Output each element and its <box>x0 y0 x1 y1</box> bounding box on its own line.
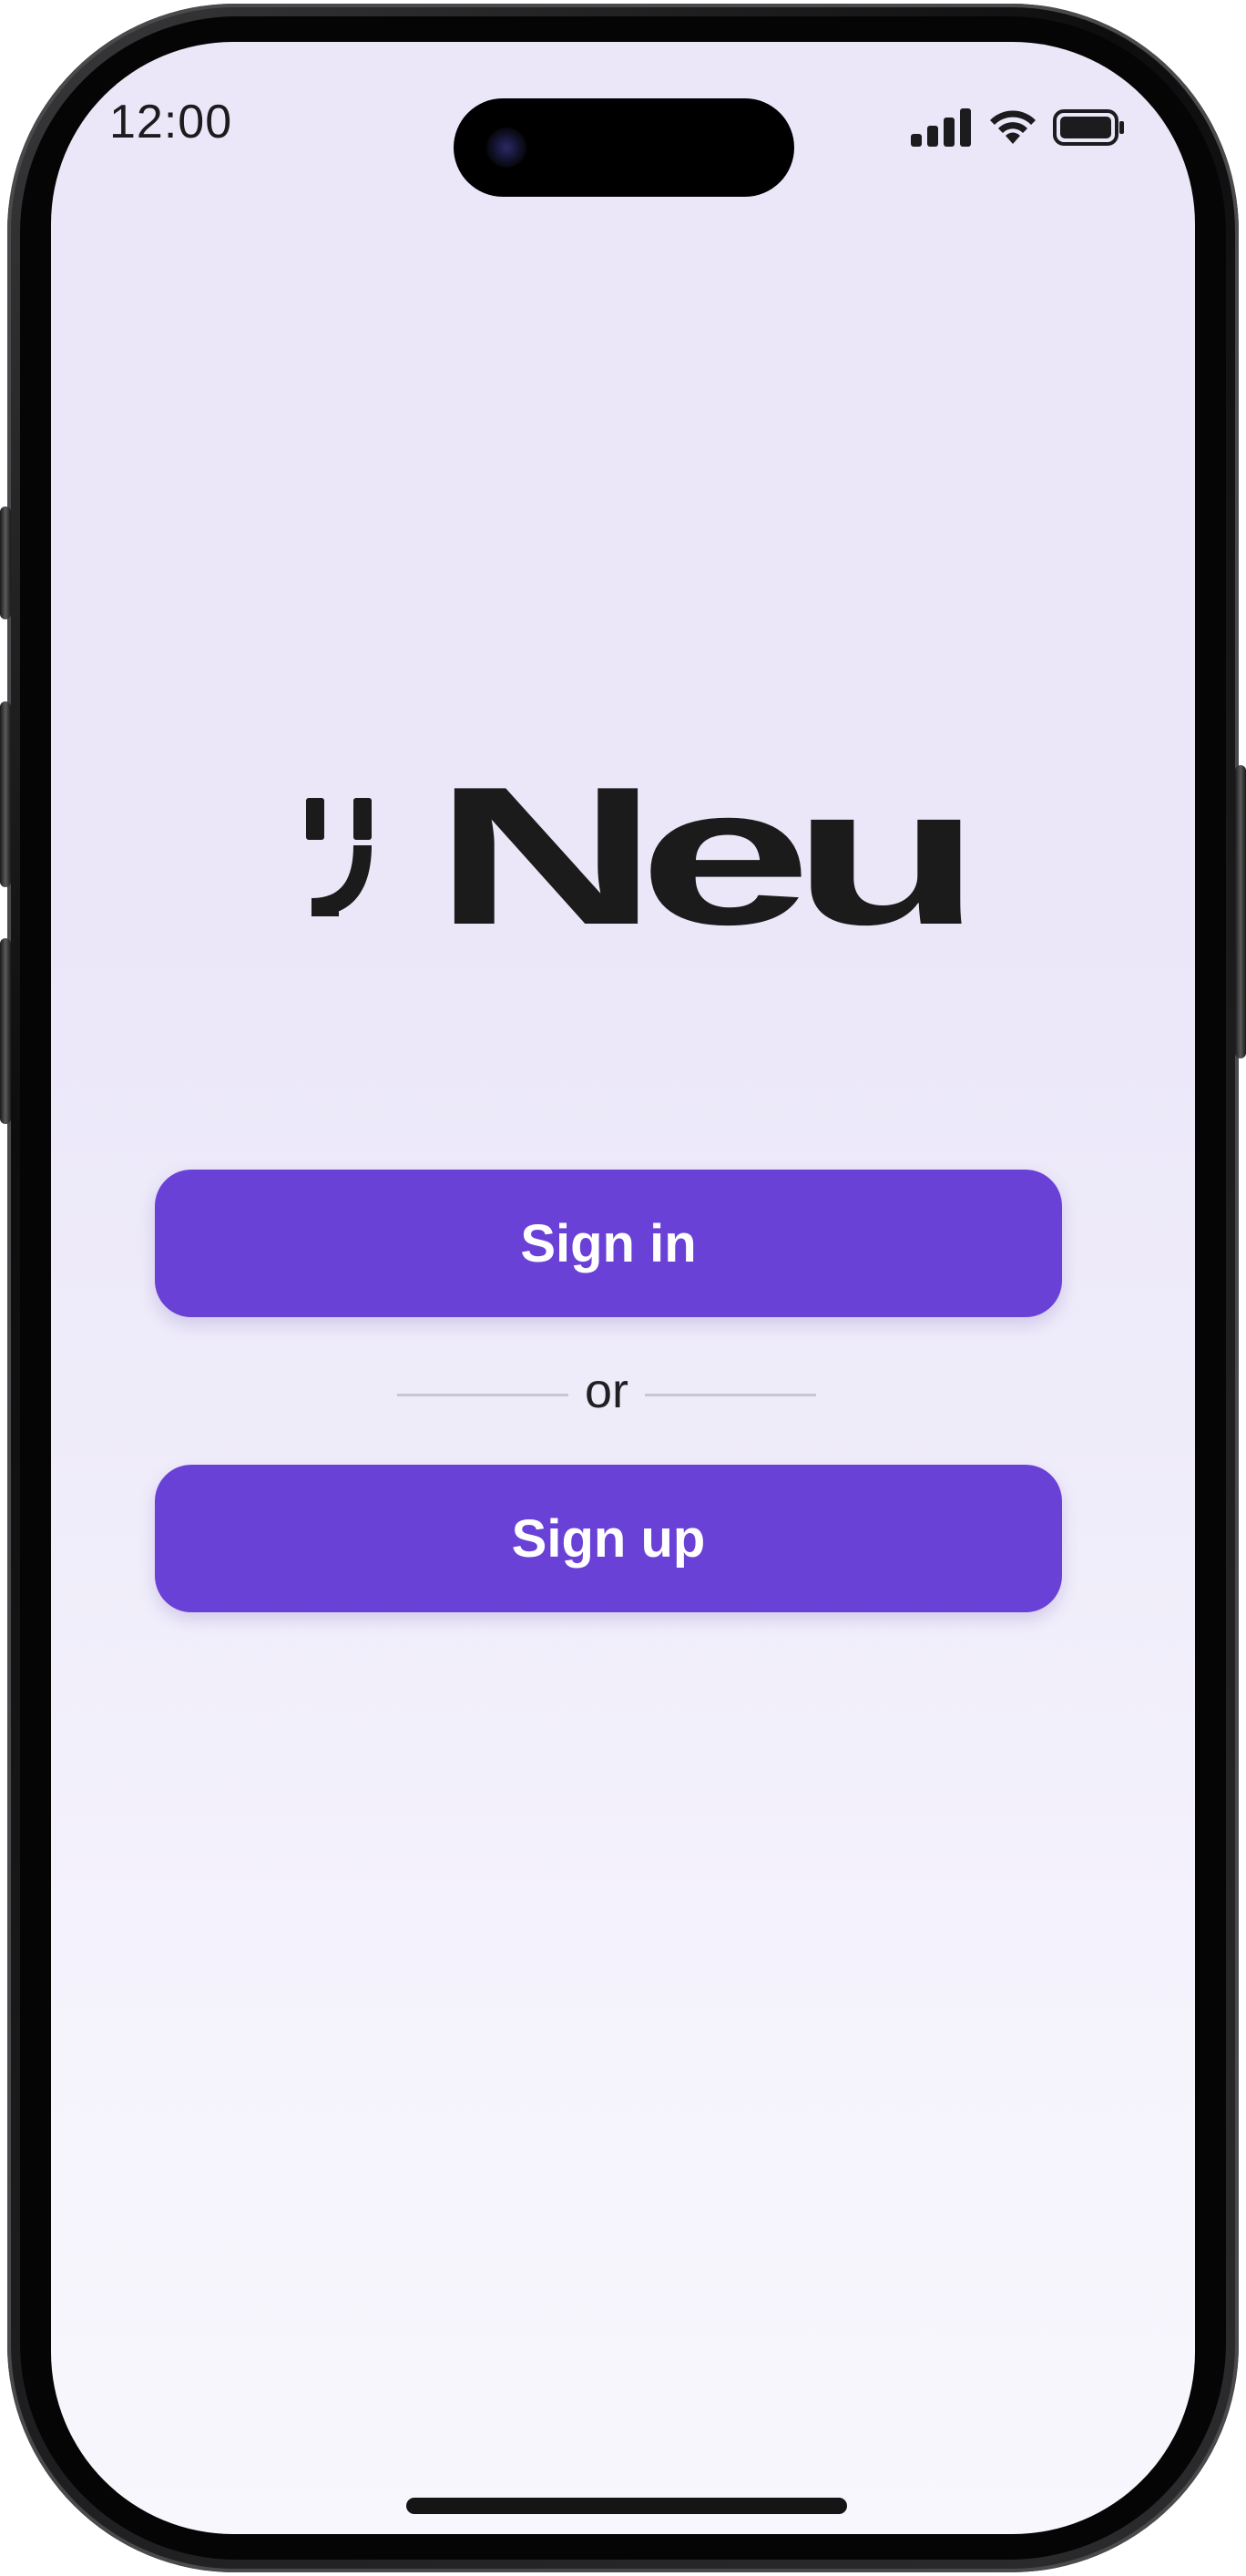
status-time: 12:00 <box>109 96 233 148</box>
or-divider: or <box>397 1363 817 1426</box>
status-icons <box>911 107 1126 148</box>
dynamic-island <box>454 98 794 197</box>
wink-smiley-icon <box>306 798 372 916</box>
sign-up-button[interactable]: Sign up <box>155 1465 1062 1612</box>
logo-wordmark: Neu <box>434 771 962 944</box>
divider-text: or <box>585 1364 629 1418</box>
sign-in-button[interactable]: Sign in <box>155 1170 1062 1317</box>
volume-down-button <box>0 938 11 1124</box>
wifi-icon <box>990 110 1036 144</box>
app-logo: Neu <box>306 745 975 966</box>
battery-icon <box>1053 109 1124 146</box>
front-camera-icon <box>486 128 526 168</box>
cellular-signal-icon <box>911 108 971 147</box>
home-indicator[interactable] <box>406 2498 847 2514</box>
power-button <box>1235 765 1246 1058</box>
app-screen: 12:00 Neu Sign in or Sign up <box>51 42 1195 2534</box>
volume-up-button <box>0 701 11 887</box>
action-button <box>0 506 11 619</box>
divider-line-right <box>645 1393 817 1396</box>
divider-line-left <box>397 1393 568 1396</box>
